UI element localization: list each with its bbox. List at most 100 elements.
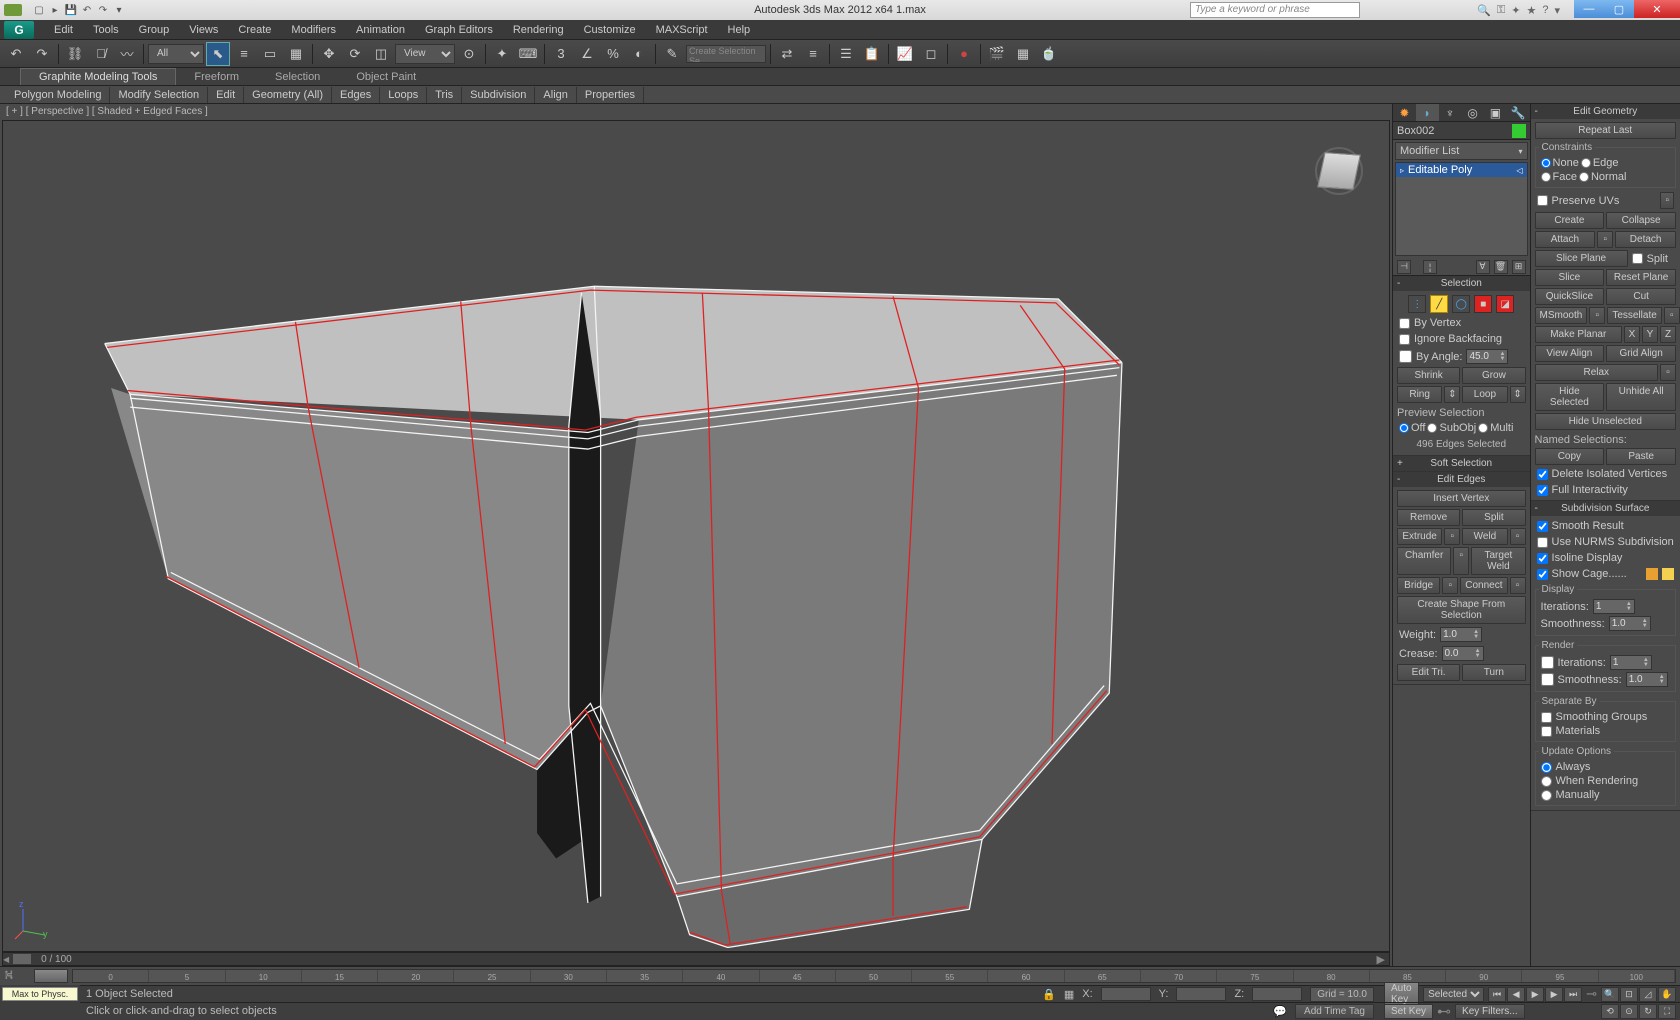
target-weld-button[interactable]: Target Weld — [1471, 547, 1525, 575]
nav-zoomall-icon[interactable]: ⊡ — [1620, 987, 1638, 1002]
extrude-settings-button[interactable]: ▫ — [1444, 528, 1460, 545]
tessellate-settings-button[interactable]: ▫ — [1664, 307, 1680, 324]
nav-dolly-icon[interactable]: ⊙ — [1620, 1004, 1638, 1019]
qat-open-icon[interactable]: ▸ — [48, 3, 62, 17]
rendered-frame-button[interactable]: ▦ — [1011, 42, 1035, 66]
weld-settings-button[interactable]: ▫ — [1510, 528, 1526, 545]
msmooth-button[interactable]: MSmooth — [1535, 307, 1588, 324]
nav-pan-icon[interactable]: ✋ — [1658, 987, 1676, 1002]
set-key-button[interactable]: Set Key — [1384, 1004, 1433, 1019]
abs-rel-icon[interactable]: ▦ — [1064, 988, 1074, 1001]
display-iterations-spinner[interactable] — [1596, 601, 1626, 612]
chamfer-settings-button[interactable]: ▫ — [1453, 547, 1469, 575]
delete-isolated-checkbox[interactable] — [1537, 469, 1548, 480]
smooth-result-checkbox[interactable] — [1537, 521, 1548, 532]
rollout-softselection-header[interactable]: Soft Selection — [1393, 456, 1530, 471]
rollout-editgeometry-header[interactable]: Edit Geometry — [1531, 104, 1680, 119]
render-smooth-checkbox[interactable] — [1541, 673, 1554, 686]
exchange-icon[interactable]: ✦ — [1511, 4, 1520, 17]
ribbon-panel-geometry[interactable]: Geometry (All) — [244, 87, 332, 103]
menu-tools[interactable]: Tools — [83, 24, 129, 36]
loop-button[interactable]: Loop — [1462, 386, 1507, 403]
nav-roll-icon[interactable]: ↻ — [1639, 1004, 1657, 1019]
ring-spinner[interactable]: ⇕ — [1444, 386, 1460, 403]
relax-button[interactable]: Relax — [1535, 364, 1658, 381]
slice-plane-button[interactable]: Slice Plane — [1535, 250, 1628, 267]
create-button[interactable]: Create — [1535, 212, 1605, 229]
object-name-field[interactable]: Box002 — [1393, 122, 1530, 140]
update-manually-radio[interactable] — [1541, 790, 1552, 801]
full-interactivity-checkbox[interactable] — [1537, 485, 1548, 496]
minimize-button[interactable]: — — [1574, 0, 1604, 18]
loop-spinner[interactable]: ⇕ — [1510, 386, 1526, 403]
edit-tri-button[interactable]: Edit Tri. — [1397, 664, 1460, 681]
menu-edit[interactable]: Edit — [44, 24, 83, 36]
subscription-icon[interactable]: ⚿ — [1497, 4, 1505, 17]
turn-button[interactable]: Turn — [1462, 664, 1525, 681]
menu-group[interactable]: Group — [129, 24, 180, 36]
paste-ns-button[interactable]: Paste — [1606, 448, 1676, 465]
relax-settings-button[interactable]: ▫ — [1660, 364, 1676, 381]
prev-frame-button[interactable]: ◀ — [1507, 987, 1525, 1002]
extrude-button[interactable]: Extrude — [1397, 528, 1442, 545]
split-button[interactable]: Split — [1462, 509, 1525, 526]
remove-button[interactable]: Remove — [1397, 509, 1460, 526]
nav-fov-icon[interactable]: ◿ — [1639, 987, 1657, 1002]
grid-align-button[interactable]: Grid Align — [1606, 345, 1676, 362]
selection-filter-dropdown[interactable]: All — [148, 44, 204, 64]
cage-color-2[interactable] — [1662, 568, 1674, 580]
quickslice-button[interactable]: QuickSlice — [1535, 288, 1605, 305]
subobj-element-button[interactable]: ◪ — [1496, 295, 1514, 313]
window-crossing-button[interactable]: ▦ — [284, 42, 308, 66]
maximize-button[interactable]: ▢ — [1604, 0, 1634, 18]
ribbon-panel-align[interactable]: Align — [535, 87, 576, 103]
slice-button[interactable]: Slice — [1535, 269, 1605, 286]
copy-ns-button[interactable]: Copy — [1535, 448, 1605, 465]
nav-orbit-icon[interactable]: ⟲ — [1601, 1004, 1619, 1019]
menu-maxscript[interactable]: MAXScript — [646, 24, 718, 36]
constraint-face-radio[interactable] — [1541, 172, 1551, 182]
ribbon-panel-modifysel[interactable]: Modify Selection — [110, 87, 208, 103]
goto-start-button[interactable]: ⏮ — [1488, 987, 1506, 1002]
preserve-uvs-settings-button[interactable]: ▫ — [1660, 192, 1674, 209]
planar-y-button[interactable]: Y — [1642, 326, 1658, 343]
select-region-button[interactable]: ▭ — [258, 42, 282, 66]
set-key-large-icon[interactable]: ⊷ — [1437, 1003, 1451, 1020]
nav-maximize-icon[interactable]: ⛶ — [1658, 1004, 1676, 1019]
make-unique-icon[interactable]: ∀ — [1476, 260, 1490, 274]
remove-modifier-icon[interactable]: 🗑 — [1494, 260, 1508, 274]
favorite-icon[interactable]: ★ — [1526, 4, 1536, 17]
select-by-name-button[interactable]: ≡ — [232, 42, 256, 66]
constraint-edge-radio[interactable] — [1581, 158, 1591, 168]
tab-hierarchy-icon[interactable]: ♆ — [1439, 104, 1462, 121]
ribbon-panel-edges[interactable]: Edges — [332, 87, 380, 103]
scale-button[interactable]: ◫ — [369, 42, 393, 66]
menu-animation[interactable]: Animation — [346, 24, 415, 36]
qat-redo-icon[interactable]: ↷ — [96, 3, 110, 17]
material-editor-button[interactable]: ● — [952, 42, 976, 66]
connect-settings-button[interactable]: ▫ — [1510, 577, 1526, 594]
ribbon-tab-selection[interactable]: Selection — [257, 69, 338, 85]
ribbon-panel-tris[interactable]: Tris — [427, 87, 462, 103]
subobj-border-button[interactable]: ◯ — [1452, 295, 1470, 313]
show-result-icon[interactable]: ¦ — [1423, 260, 1437, 274]
grow-button[interactable]: Grow — [1462, 367, 1525, 384]
qat-undo-icon[interactable]: ↶ — [80, 3, 94, 17]
ribbon-tab-objectpaint[interactable]: Object Paint — [338, 69, 434, 85]
y-coord-input[interactable] — [1176, 987, 1226, 1001]
timeline-scrollbar[interactable]: ◀ 0 / 100 ▶ — [2, 952, 1390, 966]
tab-create-icon[interactable]: ✹ — [1393, 104, 1416, 121]
modifier-stack[interactable]: Editable Poly — [1395, 162, 1528, 256]
chamfer-button[interactable]: Chamfer — [1397, 547, 1451, 575]
rollout-editedges-header[interactable]: Edit Edges — [1393, 472, 1530, 487]
update-rendering-radio[interactable] — [1541, 776, 1552, 787]
percent-snap-button[interactable]: % — [601, 42, 625, 66]
ribbon-panel-subdivision[interactable]: Subdivision — [462, 87, 535, 103]
z-coord-input[interactable] — [1252, 987, 1302, 1001]
next-frame-button[interactable]: ▶ — [1545, 987, 1563, 1002]
render-setup-button[interactable]: 🎬 — [985, 42, 1009, 66]
angle-snap-button[interactable]: ∠ — [575, 42, 599, 66]
manipulate-button[interactable]: ✦ — [490, 42, 514, 66]
ribbon-panel-loops[interactable]: Loops — [380, 87, 427, 103]
menu-grapheditors[interactable]: Graph Editors — [415, 24, 503, 36]
